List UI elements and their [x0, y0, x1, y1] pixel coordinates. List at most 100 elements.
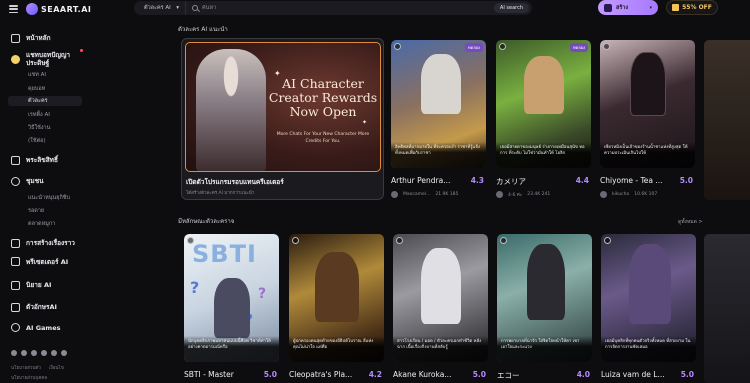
search-scope-select[interactable]: ตัวละคร AI ▾ [134, 1, 186, 15]
character-card[interactable]: ทดลอง เธอมีสายตาของมนุษย์ ร่างกายเหมือนส… [496, 40, 591, 202]
sidebar-item-rights[interactable]: พระลิขสิทธิ์ [11, 155, 58, 165]
sidebar-subitem[interactable]: แนะนำหนุนยุกิชิบ [28, 194, 70, 202]
next-card-peek[interactable] [704, 40, 750, 200]
status-badge: ทดลอง [569, 43, 588, 52]
logo-mark-icon [26, 3, 38, 15]
see-all-link[interactable]: ดูทั้งหมด > [678, 218, 703, 226]
logo-text: SEAART.AI [41, 4, 92, 14]
stats: 23.4K 241 [527, 192, 551, 197]
facebook-icon[interactable] [41, 350, 47, 356]
story-icon [11, 238, 20, 248]
video-icon [11, 302, 20, 312]
search-input[interactable] [202, 5, 442, 11]
character-figure [421, 248, 461, 324]
sidebar-item-novel[interactable]: นิยาย AI [11, 280, 51, 290]
character-name: カメリア [496, 177, 526, 186]
character-description: ผู้ปกครองคนสุดท้ายของอียิปต์โบราณ สีแห่ง… [289, 336, 384, 362]
sidebar-item-community[interactable]: ชุมชน [11, 176, 44, 186]
character-card[interactable]: เซียวหมิงเป็นเจ้าของร้านน้ำชาแห่งที่สูงส… [600, 40, 695, 202]
question-mark-icon: ? [190, 278, 200, 297]
sidebar-item-label: พระลิขสิทธิ์ [26, 156, 58, 164]
sidebar-subitem[interactable]: ตลาดหมูกา [28, 220, 55, 228]
footer-link[interactable]: เงื่อนไข [49, 364, 64, 371]
footer-link[interactable]: นโยบายส่วนบุคคล [11, 374, 47, 381]
eye-icon [292, 237, 299, 244]
character-figure [629, 244, 671, 324]
featured-banner: ✦ ✦ AI Character Creator Rewards Now Ope… [185, 42, 381, 172]
sidebar-subitem[interactable]: รอดาย [28, 207, 44, 215]
sidebar-subitem[interactable]: (ใช้ต่อ) [28, 137, 46, 145]
pen-icon [11, 155, 20, 165]
eye-icon [500, 237, 507, 244]
eye-icon [394, 43, 401, 50]
book-icon [11, 280, 20, 290]
character-name: エコー [497, 371, 520, 380]
character-image: สาวโรงเรียน / มอด / ตัวละครเอกทำชีวิต หล… [393, 234, 488, 362]
character-figure [315, 252, 359, 322]
character-rating: 5.0 [263, 370, 277, 379]
character-name: Luiza vam de L... [601, 370, 665, 379]
character-card[interactable]: สาวโรงเรียน / มอด / ตัวละครเอกทำชีวิต หล… [393, 234, 488, 383]
featured-caption: เปิดตัวโปรแกรมรอบแทนครีเอเตอร์ [186, 178, 284, 186]
sidebar-item-video[interactable]: ตัวอักษรAI [11, 302, 57, 312]
sbti-artwork-text: SBTI [192, 240, 257, 268]
sidebar-item-home[interactable]: หน้าหลัก [11, 33, 51, 43]
tiktok-icon[interactable] [51, 350, 57, 356]
sidebar-subitem-active[interactable]: ตัวละคร [8, 96, 82, 106]
character-description: เธอมีบุคลิกที่ทุกคนตัวจริงทั้งหมด ที่สวย… [601, 336, 696, 362]
character-card[interactable]: SBTI ? ? ? นักบุคคลิกภาพมหาคนแบบนี้คือพ … [184, 234, 279, 383]
character-meta: 4-6 ค่ะ 23.4K 241 [496, 191, 591, 198]
sidebar-item-story[interactable]: การสร้างเรื่องราว [11, 238, 75, 248]
character-image: ผู้ปกครองคนสุดท้ายของอียิปต์โบราณ สีแห่ง… [289, 234, 384, 362]
character-image: ทดลอง อิทธิพลที่มากมายใน ที่จะครอบงำ ราช… [391, 40, 486, 168]
chevron-down-icon: ▾ [649, 4, 652, 11]
notification-dot [80, 49, 83, 52]
character-rating: 4.2 [368, 370, 382, 379]
author-name[interactable]: Maocamel... [403, 192, 430, 197]
create-button[interactable]: สร้าง ▾ [598, 0, 658, 15]
character-card[interactable]: ทดลอง อิทธิพลที่มากมายใน ที่จะครอบงำ ราช… [391, 40, 486, 202]
character-rating: 5.0 [472, 370, 486, 379]
chevron-down-icon: ▾ [176, 5, 179, 11]
offer-button[interactable]: 55% OFF [666, 0, 718, 15]
preset-icon [11, 257, 20, 266]
sidebar-item-games[interactable]: AI Games [11, 323, 60, 332]
x-icon[interactable] [21, 350, 27, 356]
stats: 21.9K 185 [435, 192, 459, 197]
youtube-icon[interactable] [61, 350, 67, 356]
ai-search-button[interactable]: AI search [493, 3, 529, 13]
featured-card[interactable]: ✦ ✦ AI Character Creator Rewards Now Ope… [181, 38, 384, 200]
author-name[interactable]: kikucho [612, 192, 629, 197]
sidebar-subitem[interactable]: วิธีใช้งาน [28, 124, 50, 132]
logo[interactable]: SEAART.AI [26, 3, 91, 15]
discord-icon[interactable] [11, 350, 17, 356]
author-name[interactable]: 4-6 ค่ะ [508, 191, 522, 198]
character-card[interactable]: ผู้ปกครองคนสุดท้ายของอียิปต์โบราณ สีแห่ง… [289, 234, 384, 383]
sidebar-subitem[interactable]: แชท AI [28, 71, 46, 79]
character-image: SBTI ? ? ? นักบุคคลิกภาพมหาคนแบบนี้คือพ … [184, 234, 279, 362]
character-name: Cleopatra's Pla... [289, 370, 353, 379]
search-scope-label: ตัวละคร AI [144, 5, 171, 11]
sidebar-subitem[interactable]: เรทติ้ง AI [28, 111, 50, 119]
gift-icon [672, 4, 680, 11]
search-icon [192, 5, 198, 11]
chat-icon [11, 54, 20, 64]
featured-author: ได้สร้างตัวละคร AI มากกว่าแนะนำ [186, 191, 255, 196]
sidebar-item-preset[interactable]: พรีเซตเตอร์ AI [11, 257, 82, 266]
menu-icon[interactable] [9, 5, 18, 13]
footer-link[interactable]: นโยบายส่วนตัว [11, 364, 41, 371]
eye-icon [604, 237, 611, 244]
create-label: สร้าง [616, 4, 629, 11]
sidebar-item-label: การสร้างเรื่องราว [26, 239, 75, 247]
character-rating: 5.0 [680, 370, 694, 379]
sidebar-item-chatbot[interactable]: แชทบอทปัญญาประดิษฐ์ [11, 51, 80, 67]
home-icon [11, 33, 20, 43]
next-card-peek[interactable] [704, 234, 750, 383]
search-bar: ตัวละคร AI ▾ AI search [134, 1, 532, 15]
question-mark-icon: ? [258, 286, 267, 302]
sidebar-subitem[interactable]: คุยบอท [28, 85, 45, 93]
section-title-featured: ตัวละคร AI แนะนำ [178, 26, 228, 33]
character-card[interactable]: การพยาบาลที่น่ารัก ใส่จิตใจหน้าให้ตา เขา… [497, 234, 592, 383]
instagram-icon[interactable] [31, 350, 37, 356]
character-card[interactable]: เธอมีบุคลิกที่ทุกคนตัวจริงทั้งหมด ที่สวย… [601, 234, 696, 383]
